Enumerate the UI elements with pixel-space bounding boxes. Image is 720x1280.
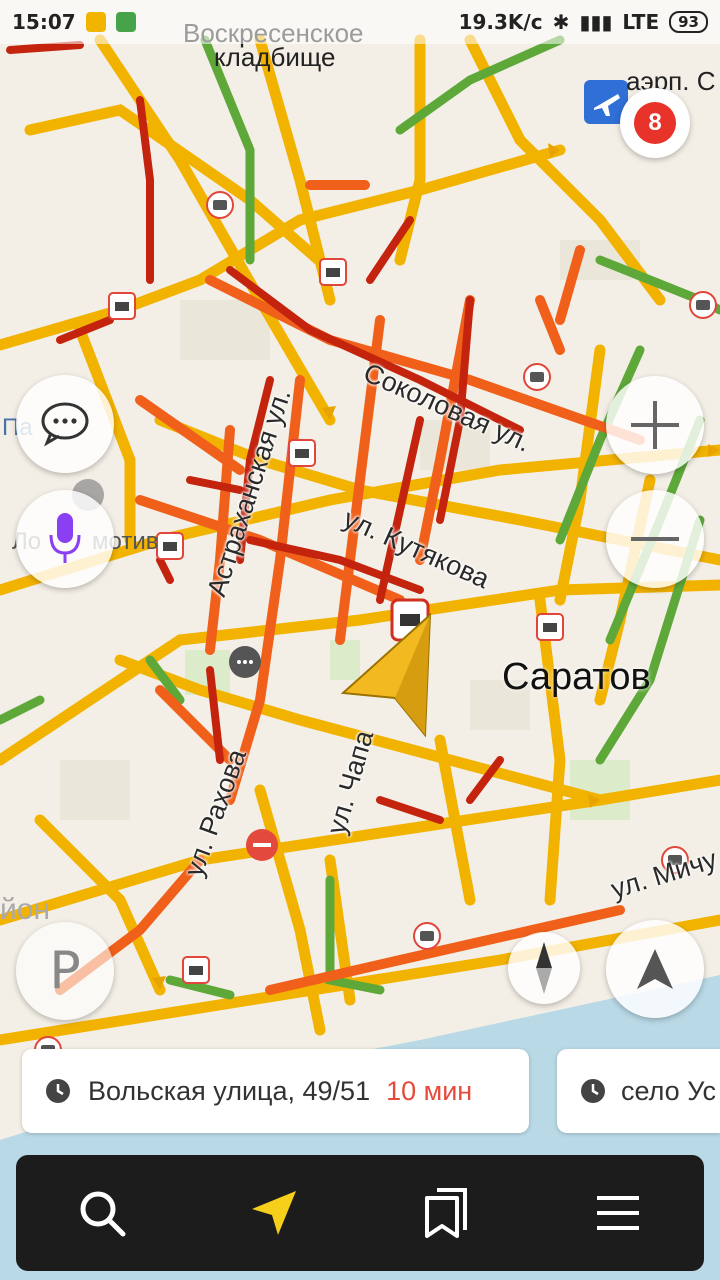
network-type: LTE [622, 10, 660, 34]
shield-icon [115, 12, 136, 32]
clock-icon [581, 1079, 605, 1103]
bottom-nav-bar [16, 1155, 704, 1271]
signal-icon: ▮▮▮ [579, 10, 613, 34]
notification-icon [85, 12, 106, 32]
compass-button[interactable] [508, 932, 580, 1004]
plus-icon [631, 401, 679, 449]
navigator-icon [252, 1191, 296, 1235]
cemetery-label-2: кладбище [214, 42, 336, 72]
net-speed: 19.3K/c [458, 10, 543, 34]
compass-icon [536, 942, 552, 994]
search-button[interactable] [47, 1163, 157, 1263]
status-right: 19.3K/c ✱ ▮▮▮ LTE 93 [459, 10, 708, 34]
bookmarks-button[interactable] [391, 1163, 501, 1263]
route-card-address: Вольская улица, 49/51 [88, 1075, 371, 1106]
status-bar: 15:07 19.3K/c ✱ ▮▮▮ LTE 93 [0, 0, 720, 44]
route-card-2[interactable]: село Ус [557, 1049, 720, 1133]
location-arrow-icon [637, 949, 673, 989]
navigator-button[interactable] [219, 1163, 329, 1263]
voice-assistant-button[interactable] [16, 490, 114, 588]
city-label: Саратов [502, 656, 651, 698]
minus-icon [631, 537, 679, 541]
events-button[interactable]: 8 [620, 88, 690, 158]
zoom-in-button[interactable] [606, 376, 704, 474]
parking-button[interactable]: P [16, 922, 114, 1020]
events-count-badge: 8 [634, 102, 676, 144]
map-partial-label-4: йон [0, 893, 51, 926]
parking-icon: P [49, 941, 81, 1001]
bluetooth-icon: ✱ [552, 10, 570, 34]
clock-icon [46, 1079, 70, 1103]
route-card-address: село Ус [621, 1075, 717, 1106]
my-location-button[interactable] [606, 920, 704, 1018]
route-card-eta: 10 мин [386, 1075, 473, 1106]
search-icon [80, 1191, 126, 1237]
status-time: 15:07 [12, 10, 76, 34]
chat-icon [41, 402, 89, 447]
bookmarks-icon [425, 1188, 467, 1238]
route-card-1[interactable]: Вольская улица, 49/51 10 мин [22, 1049, 529, 1133]
battery-indicator: 93 [669, 11, 708, 33]
menu-icon [597, 1196, 639, 1230]
menu-button[interactable] [563, 1163, 673, 1263]
zoom-out-button[interactable] [606, 490, 704, 588]
microphone-icon [49, 513, 81, 563]
chat-button[interactable] [16, 375, 114, 473]
